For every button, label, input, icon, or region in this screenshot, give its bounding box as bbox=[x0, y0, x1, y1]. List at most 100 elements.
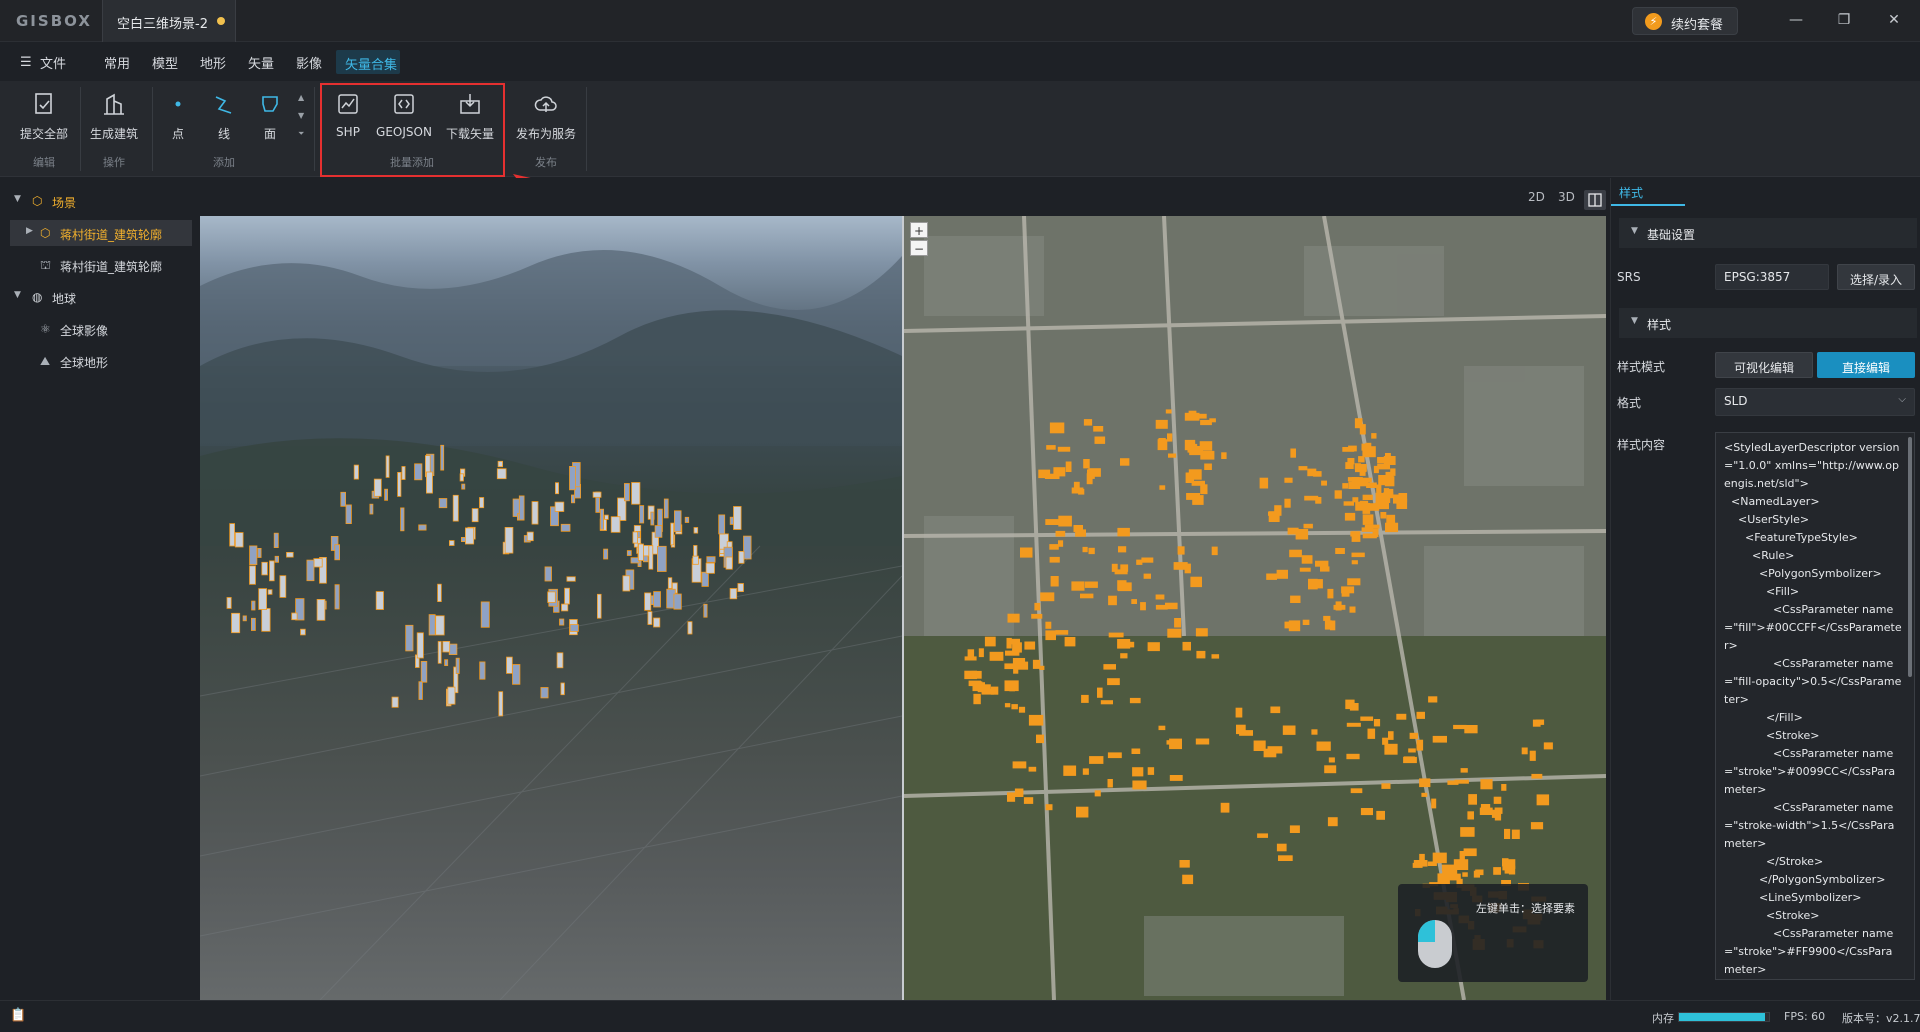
ribbon-scroll[interactable]: ▲ ▼ ⏷ bbox=[296, 93, 308, 147]
minimize-button[interactable]: — bbox=[1786, 10, 1806, 30]
building-footprint bbox=[1040, 592, 1055, 602]
extruded-building bbox=[596, 593, 602, 619]
section-basic-settings[interactable]: ▼ 基础设置 bbox=[1619, 218, 1917, 248]
menu-model[interactable]: 模型 bbox=[152, 53, 178, 72]
extruded-building bbox=[667, 577, 673, 589]
building-footprint bbox=[1351, 552, 1365, 558]
zoom-out-button[interactable]: − bbox=[910, 240, 928, 256]
view-3d-button[interactable]: 3D bbox=[1558, 190, 1575, 204]
tree-node-globe[interactable]: ▼ ◍ 地球 bbox=[0, 284, 196, 310]
select-srs-button[interactable]: 选择/录入 bbox=[1837, 264, 1915, 290]
building-footprint bbox=[1350, 531, 1360, 537]
extruded-building bbox=[479, 497, 485, 509]
building-footprint bbox=[1289, 549, 1302, 558]
document-tab[interactable]: 空白三维场景-2 bbox=[102, 0, 236, 42]
building-footprint bbox=[1071, 487, 1084, 494]
extruded-building bbox=[345, 504, 352, 524]
restore-button[interactable]: ❐ bbox=[1834, 10, 1854, 30]
zoom-in-button[interactable]: + bbox=[910, 222, 928, 238]
lightning-icon: ⚡ bbox=[1645, 13, 1662, 30]
building-footprint bbox=[1053, 467, 1066, 477]
scroll-down-icon[interactable]: ▼ bbox=[298, 111, 304, 120]
group-label-operate: 操作 bbox=[103, 156, 125, 169]
extruded-building bbox=[300, 628, 306, 636]
building-footprint bbox=[1097, 687, 1103, 698]
building-footprint bbox=[1108, 595, 1117, 606]
hamburger-icon[interactable]: ☰ bbox=[20, 55, 32, 70]
group-separator bbox=[314, 87, 315, 171]
building-footprint bbox=[1421, 792, 1428, 797]
building-footprint bbox=[1493, 796, 1502, 804]
publish-service-button[interactable]: 发布为服务 bbox=[510, 91, 582, 151]
extruded-building bbox=[316, 598, 326, 621]
building-footprint bbox=[1024, 641, 1036, 650]
generate-building-button[interactable]: 生成建筑 bbox=[84, 91, 144, 151]
status-bar: 📋 内存 FPS: 60 版本号：v2.1.7 bbox=[0, 1000, 1920, 1032]
extruded-building bbox=[448, 540, 455, 546]
map-2d-viewport[interactable] bbox=[904, 216, 1606, 1000]
building-footprint bbox=[1157, 439, 1168, 451]
building-footprint bbox=[1141, 557, 1154, 563]
tree-node-layer-selected[interactable]: ▶ ⬡ 蒋村街道_建筑轮廓 bbox=[10, 220, 192, 246]
tree-node-global-imagery[interactable]: ⚛ 全球影像 bbox=[10, 316, 192, 342]
building-footprint bbox=[1362, 503, 1371, 514]
scroll-up-icon[interactable]: ▲ bbox=[298, 93, 304, 102]
tree-node-global-terrain[interactable]: ⛰ 全球地形 bbox=[10, 348, 192, 374]
extruded-building bbox=[512, 664, 521, 685]
menu-vector[interactable]: 矢量 bbox=[248, 53, 274, 72]
building-footprint bbox=[1386, 488, 1394, 499]
direct-edit-button[interactable]: 直接编辑 bbox=[1817, 352, 1915, 378]
submit-all-button[interactable]: 提交全部 bbox=[14, 91, 74, 151]
format-select[interactable]: SLD ⌵ bbox=[1715, 388, 1915, 416]
srs-field[interactable]: EPSG:3857 bbox=[1715, 264, 1829, 290]
collapse-chevron-icon[interactable]: ▶ bbox=[26, 226, 33, 236]
extruded-building bbox=[229, 523, 236, 547]
extruded-building bbox=[459, 473, 464, 482]
scene-3d-viewport[interactable] bbox=[200, 216, 902, 1000]
split-view-button[interactable] bbox=[1584, 190, 1606, 210]
building-footprint bbox=[1049, 556, 1060, 563]
menu-terrain[interactable]: 地形 bbox=[200, 53, 226, 72]
add-point-button[interactable]: 点 bbox=[156, 91, 200, 151]
tree-node-layer-child[interactable]: ⛫ 蒋村街道_建筑轮廓 bbox=[10, 252, 192, 278]
visual-edit-button[interactable]: 可视化编辑 bbox=[1715, 352, 1813, 378]
extruded-building bbox=[626, 550, 632, 556]
menu-common[interactable]: 常用 bbox=[104, 53, 130, 72]
tab-style-underline bbox=[1611, 204, 1685, 206]
add-polygon-button[interactable]: 面 bbox=[248, 91, 292, 151]
view-2d-button[interactable]: 2D bbox=[1528, 190, 1545, 204]
tree-node-scene[interactable]: ▼ ⬡ 场景 bbox=[0, 188, 196, 214]
building-footprint bbox=[1082, 546, 1088, 553]
add-line-button[interactable]: 线 bbox=[202, 91, 246, 151]
editor-scrollbar[interactable] bbox=[1908, 437, 1912, 677]
section-style[interactable]: ▼ 样式 bbox=[1619, 308, 1917, 338]
building-footprint bbox=[1346, 753, 1360, 760]
building-footprint bbox=[1167, 628, 1182, 638]
renew-plan-button[interactable]: ⚡ 续约套餐 bbox=[1632, 7, 1738, 35]
building-footprint bbox=[1084, 581, 1098, 588]
expand-chevron-icon[interactable]: ▼ bbox=[14, 194, 21, 204]
menu-vector-collection[interactable]: 矢量合集 bbox=[336, 50, 400, 74]
menu-file[interactable]: 文件 bbox=[40, 53, 66, 72]
style-content-editor[interactable]: <StyledLayerDescriptor version="1.0.0" x… bbox=[1715, 432, 1915, 980]
clipboard-icon[interactable]: 📋 bbox=[10, 1008, 26, 1023]
extruded-building bbox=[385, 455, 390, 478]
extruded-building bbox=[743, 535, 752, 560]
building-footprint bbox=[1341, 586, 1355, 594]
fps-readout: FPS: 60 bbox=[1784, 1010, 1826, 1023]
extruded-building bbox=[564, 587, 570, 605]
expand-icon[interactable]: ⏷ bbox=[298, 129, 304, 139]
building-footprint bbox=[1299, 567, 1311, 572]
close-button[interactable]: ✕ bbox=[1884, 10, 1904, 30]
extruded-building bbox=[554, 501, 565, 512]
building-footprint bbox=[977, 684, 991, 693]
extruded-building bbox=[526, 531, 534, 542]
menu-vector-collection-label: 矢量合集 bbox=[345, 58, 398, 73]
annotation-highlight-box bbox=[320, 83, 505, 177]
menu-imagery[interactable]: 影像 bbox=[296, 53, 322, 72]
building-footprint bbox=[1320, 566, 1330, 572]
add-polygon-label: 面 bbox=[263, 127, 276, 141]
expand-chevron-icon[interactable]: ▼ bbox=[14, 290, 21, 300]
tab-style[interactable]: 样式 bbox=[1619, 184, 1643, 201]
building-footprint bbox=[1177, 546, 1185, 555]
